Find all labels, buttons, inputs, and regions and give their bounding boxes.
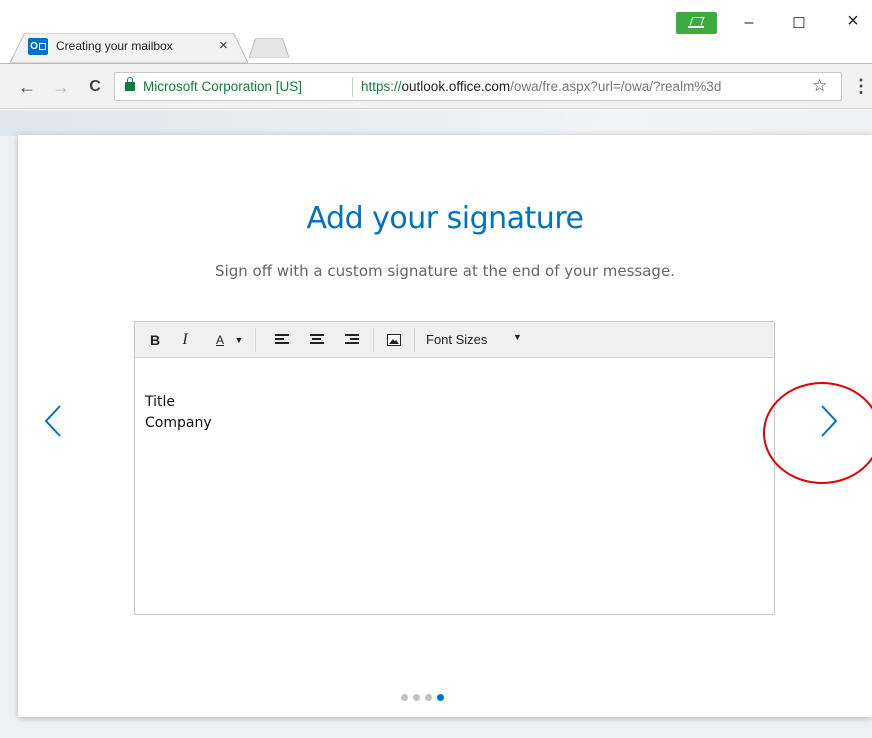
editor-toolbar: B I A ▼ Font Sizes ▼ — [135, 322, 774, 358]
ev-certificate-label[interactable]: Microsoft Corporation [US] — [143, 79, 302, 94]
blurred-background-header — [0, 110, 872, 136]
url-path: /owa/fre.aspx?url=/owa/?realm%3d — [510, 79, 722, 94]
new-tab-button[interactable] — [249, 38, 289, 58]
url-host: outlook.office.com — [401, 79, 511, 94]
setup-card: Add your signature Sign off with a custo… — [18, 135, 872, 717]
toolbar-divider — [255, 328, 256, 352]
align-left-icon[interactable] — [275, 334, 289, 345]
window-maximize-button[interactable]: ☐ — [784, 14, 814, 32]
address-bar[interactable]: Microsoft Corporation [US] https://outlo… — [114, 72, 842, 101]
align-right-icon[interactable] — [345, 334, 359, 345]
lock-icon — [125, 77, 135, 91]
pagination-dot[interactable] — [425, 694, 432, 701]
forward-arrow-icon[interactable]: → — [50, 77, 72, 97]
url-text[interactable]: https://outlook.office.com/owa/fre.aspx?… — [361, 79, 805, 94]
toolbar-divider — [414, 328, 415, 352]
url-scheme: https:// — [361, 79, 402, 94]
bold-button[interactable]: B — [147, 330, 163, 350]
signature-line-company: Company — [145, 415, 212, 431]
pagination-dot-active[interactable] — [437, 694, 444, 701]
outlook-favicon-icon: O — [28, 38, 48, 55]
tab-title: Creating your mailbox — [56, 39, 173, 53]
signature-text-area[interactable]: Title Company — [145, 392, 212, 434]
font-color-dropdown-icon[interactable]: ▼ — [234, 330, 244, 350]
signature-editor[interactable]: B I A ▼ Font Sizes ▼ Title Company — [134, 321, 775, 615]
browser-menu-icon[interactable]: ⋮ — [852, 76, 870, 96]
italic-button[interactable]: I — [177, 330, 193, 350]
address-separator — [352, 77, 353, 97]
page-subtitle: Sign off with a custom signature at the … — [215, 262, 675, 280]
font-color-button[interactable]: A — [212, 330, 228, 350]
font-sizes-dropdown[interactable]: Font Sizes — [426, 332, 487, 347]
back-arrow-icon[interactable]: ← — [16, 77, 38, 97]
carousel-pagination — [401, 688, 449, 706]
eraser-icon — [688, 16, 704, 28]
toolbar-divider — [373, 328, 374, 352]
profile-switch-button[interactable] — [676, 12, 717, 34]
next-arrow-icon[interactable] — [816, 404, 840, 438]
pagination-dot[interactable] — [413, 694, 420, 701]
favicon-letter: O — [30, 41, 38, 52]
bookmark-star-icon[interactable]: ☆ — [812, 76, 827, 96]
browser-titlebar: O Creating your mailbox × – ☐ × — [0, 0, 872, 63]
tab-close-icon[interactable]: × — [219, 37, 228, 54]
insert-image-icon[interactable] — [387, 334, 401, 346]
align-center-icon[interactable] — [310, 334, 324, 345]
window-close-button[interactable]: × — [838, 10, 868, 33]
signature-line-title: Title — [145, 394, 176, 410]
page-title: Add your signature — [306, 201, 584, 236]
window-minimize-button[interactable]: – — [734, 14, 764, 32]
font-sizes-caret-icon[interactable]: ▼ — [513, 332, 522, 342]
reload-icon[interactable]: C — [84, 77, 106, 97]
page-viewport: Add your signature Sign off with a custo… — [0, 110, 872, 738]
previous-arrow-icon[interactable] — [42, 404, 66, 438]
browser-toolbar: ← → C Microsoft Corporation [US] https:/… — [0, 63, 872, 109]
pagination-dot[interactable] — [401, 694, 408, 701]
